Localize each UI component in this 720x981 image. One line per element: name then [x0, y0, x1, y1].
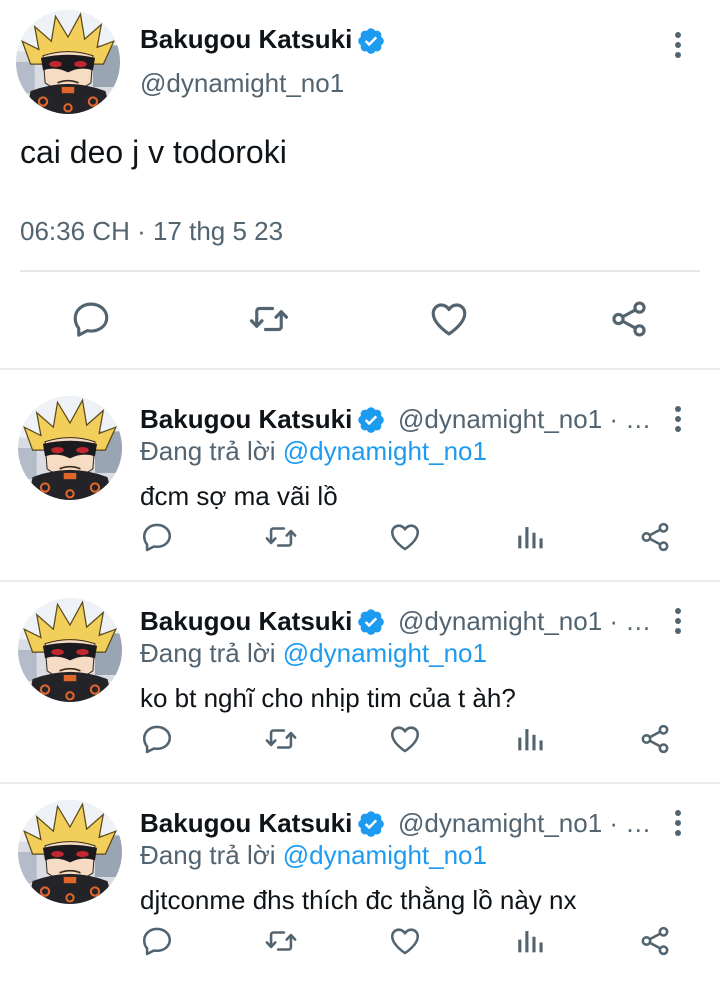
display-name[interactable]: Bakugou Katsuki	[140, 808, 352, 839]
verified-badge-icon	[356, 26, 386, 56]
reply-button[interactable]	[140, 924, 174, 958]
retweet-button[interactable]	[264, 924, 298, 958]
retweet-icon	[264, 520, 298, 554]
more-options-icon[interactable]	[668, 404, 688, 434]
tweet-text: cai deo j v todoroki	[20, 134, 287, 170]
retweet-button[interactable]	[264, 520, 298, 554]
reply-tweet[interactable]: Bakugou Katsuki @dynamight_no1 · … Đang …	[0, 572, 720, 774]
reply-tweet[interactable]: Bakugou Katsuki @dynamight_no1 · … Đang …	[0, 774, 720, 976]
avatar-image	[18, 800, 122, 904]
avatar[interactable]	[18, 396, 122, 500]
mention-link[interactable]: @dynamight_no1	[283, 840, 487, 870]
like-button[interactable]	[388, 520, 422, 554]
views-button[interactable]	[514, 722, 548, 756]
more-options-icon[interactable]	[668, 30, 688, 60]
reply-tweet[interactable]: Bakugou Katsuki @dynamight_no1 · … Đang …	[0, 370, 720, 572]
reply-icon	[140, 924, 174, 958]
handle[interactable]: @dynamight_no1 · …	[398, 606, 654, 637]
tweet-text: ko bt nghĩ cho nhịp tim của t àh?	[140, 683, 516, 713]
share-button[interactable]	[638, 520, 672, 554]
views-icon	[514, 924, 548, 958]
share-button[interactable]	[608, 298, 650, 340]
share-icon	[638, 924, 672, 958]
replying-to: Đang trả lời @dynamight_no1	[140, 436, 487, 467]
display-name[interactable]: Bakugou Katsuki	[140, 606, 352, 637]
views-button[interactable]	[514, 520, 548, 554]
views-button[interactable]	[514, 924, 548, 958]
replying-to: Đang trả lời @dynamight_no1	[140, 840, 487, 871]
share-icon	[608, 298, 650, 340]
retweet-icon	[248, 298, 290, 340]
verified-badge-icon	[356, 809, 386, 839]
reply-button[interactable]	[140, 722, 174, 756]
like-icon	[428, 298, 470, 340]
views-icon	[514, 520, 548, 554]
share-icon	[638, 520, 672, 554]
reply-icon	[140, 722, 174, 756]
share-icon	[638, 722, 672, 756]
like-icon	[388, 520, 422, 554]
divider	[20, 270, 700, 272]
tweet-timestamp[interactable]: 06:36 CH · 17 thg 5 23	[20, 216, 283, 247]
tweet-text: djtconme đhs thích đc thằng lồ này nx	[140, 885, 577, 915]
handle[interactable]: @dynamight_no1 · …	[398, 808, 654, 839]
reply-icon	[70, 298, 112, 340]
avatar-image	[18, 396, 122, 500]
mention-link[interactable]: @dynamight_no1	[283, 436, 487, 466]
retweet-icon	[264, 722, 298, 756]
handle[interactable]: @dynamight_no1	[140, 68, 344, 99]
verified-badge-icon	[356, 607, 386, 637]
avatar-image	[18, 598, 122, 702]
mention-link[interactable]: @dynamight_no1	[283, 638, 487, 668]
replying-prefix: Đang trả lời	[140, 638, 283, 668]
main-tweet: Bakugou Katsuki @dynamight_no1 cai deo j…	[0, 0, 720, 368]
reply-icon	[140, 520, 174, 554]
like-button[interactable]	[428, 298, 470, 340]
avatar-image	[16, 10, 120, 114]
replying-to: Đang trả lời @dynamight_no1	[140, 638, 487, 669]
share-button[interactable]	[638, 924, 672, 958]
retweet-button[interactable]	[248, 298, 290, 340]
replying-prefix: Đang trả lời	[140, 436, 283, 466]
retweet-button[interactable]	[264, 722, 298, 756]
share-button[interactable]	[638, 722, 672, 756]
replying-prefix: Đang trả lời	[140, 840, 283, 870]
display-name[interactable]: Bakugou Katsuki	[140, 404, 352, 435]
more-options-icon[interactable]	[668, 606, 688, 636]
reply-button[interactable]	[70, 298, 112, 340]
like-icon	[388, 722, 422, 756]
handle[interactable]: @dynamight_no1 · …	[398, 404, 654, 435]
tweet-text: đcm sợ ma vãi lồ	[140, 481, 338, 511]
like-icon	[388, 924, 422, 958]
reply-button[interactable]	[140, 520, 174, 554]
more-options-icon[interactable]	[668, 808, 688, 838]
views-icon	[514, 722, 548, 756]
like-button[interactable]	[388, 722, 422, 756]
retweet-icon	[264, 924, 298, 958]
like-button[interactable]	[388, 924, 422, 958]
avatar[interactable]	[18, 800, 122, 904]
verified-badge-icon	[356, 405, 386, 435]
avatar[interactable]	[18, 598, 122, 702]
display-name[interactable]: Bakugou Katsuki	[140, 24, 352, 55]
avatar[interactable]	[16, 10, 120, 114]
